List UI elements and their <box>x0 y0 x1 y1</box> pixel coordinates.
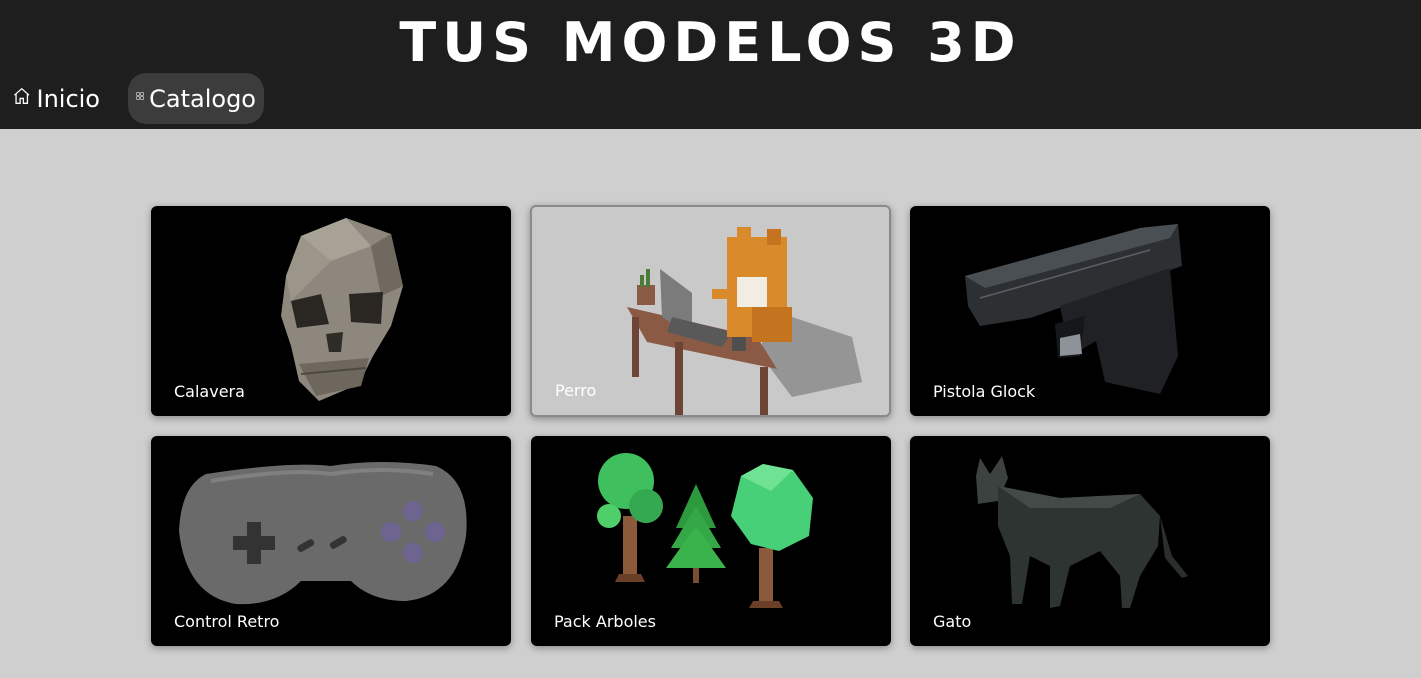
catalog-card-calavera[interactable]: Calavera <box>151 206 511 416</box>
grid-icon <box>136 91 144 100</box>
catalog-card-gato[interactable]: Gato <box>910 436 1270 646</box>
card-title: Gato <box>933 612 972 631</box>
home-icon <box>14 87 30 104</box>
card-title: Control Retro <box>174 612 280 631</box>
catalog-card-control-retro[interactable]: Control Retro <box>151 436 511 646</box>
nav-item-label: Inicio <box>36 84 100 113</box>
catalog-card-pistola-glock[interactable]: Pistola Glock <box>910 206 1270 416</box>
card-title: Perro <box>555 381 597 400</box>
site-title: TUS MODELOS 3D <box>399 11 1022 74</box>
card-title: Calavera <box>174 382 245 401</box>
nav-item-catalogo[interactable]: Catalogo <box>128 73 264 124</box>
card-title: Pack Arboles <box>554 612 656 631</box>
card-title: Pistola Glock <box>933 382 1036 401</box>
catalog-card-perro[interactable]: Perro <box>530 205 891 417</box>
catalog-card-pack-arboles[interactable]: Pack Arboles <box>531 436 891 646</box>
nav-item-inicio[interactable]: Inicio <box>4 73 108 124</box>
nav-item-label: Catalogo <box>149 84 256 113</box>
site-header: TUS MODELOS 3D Inicio Catalogo <box>0 0 1421 129</box>
